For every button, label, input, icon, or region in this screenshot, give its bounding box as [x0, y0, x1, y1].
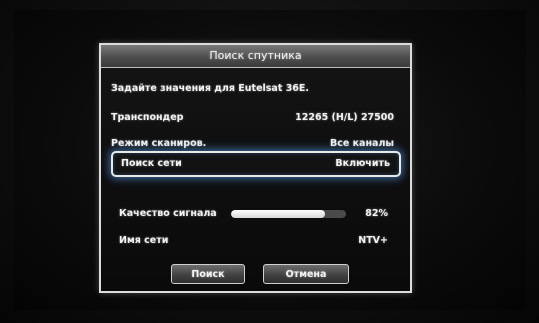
scan-mode-value[interactable]: Все каналы — [330, 138, 394, 149]
dialog-prompt: Задайте значения для Eutelsat 36E. — [111, 83, 310, 94]
transponder-label: Транспондер — [111, 112, 184, 123]
signal-quality-bar — [231, 210, 346, 218]
satellite-search-dialog: Поиск спутника Задайте значения для Eute… — [99, 43, 412, 293]
search-button[interactable]: Поиск — [171, 264, 245, 284]
signal-quality-label: Качество сигнала — [119, 208, 217, 219]
network-search-value[interactable]: Включить — [335, 158, 390, 169]
network-name-label: Имя сети — [119, 235, 169, 246]
signal-quality-fill — [231, 210, 326, 218]
cancel-button[interactable]: Отмена — [263, 264, 349, 284]
dialog-title: Поиск спутника — [101, 45, 410, 68]
tv-bezel: Поиск спутника Задайте значения для Eute… — [0, 0, 539, 323]
network-name-value: NTV+ — [358, 235, 388, 246]
network-search-label: Поиск сети — [121, 158, 182, 169]
scan-mode-label: Режим сканиров. — [111, 138, 207, 149]
transponder-value[interactable]: 12265 (H/L) 27500 — [295, 112, 394, 123]
signal-quality-percent: 82% — [365, 208, 388, 219]
